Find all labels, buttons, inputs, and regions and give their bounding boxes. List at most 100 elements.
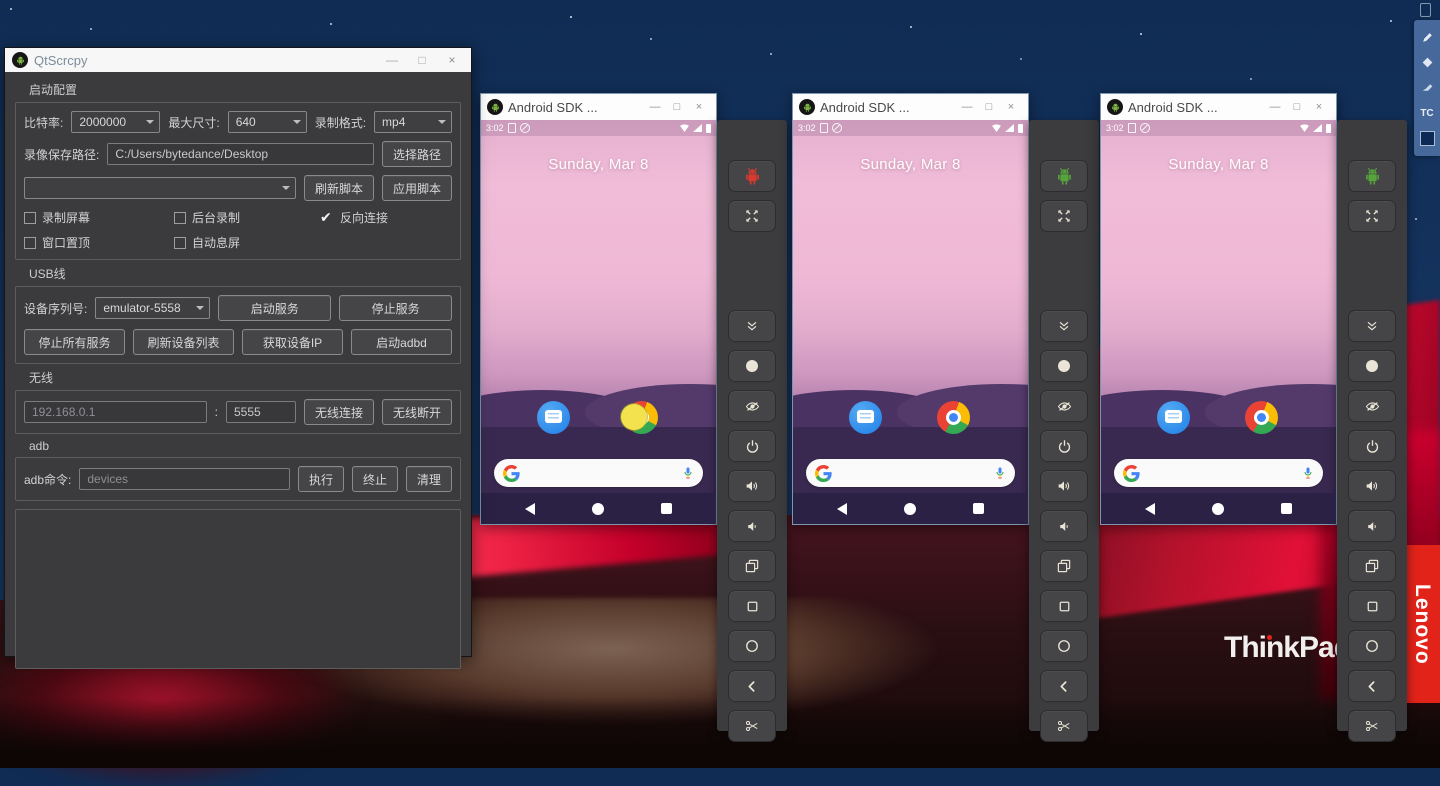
fullscreen-button[interactable] [1348,200,1396,232]
google-search-bar[interactable] [1114,459,1323,487]
screenshot-button[interactable] [728,350,776,382]
checkbox-background-record[interactable]: 后台录制 [174,209,312,226]
home-button[interactable] [1212,503,1224,515]
mic-icon[interactable] [994,465,1006,481]
minimize-button[interactable]: — [644,101,666,113]
window-titlebar[interactable]: Android SDK ... — □ × [481,94,716,120]
android-screen[interactable]: 3:02 Sunday, Mar 8 [481,120,716,524]
back-button[interactable] [1145,503,1155,515]
port-input[interactable]: 5555 [226,401,296,423]
checkbox-reverse-connect[interactable]: 反向连接 [320,209,388,226]
collapse-button[interactable] [1040,310,1088,342]
qtscrcpy-titlebar[interactable]: QtScrcpy — □ × [5,48,471,72]
start-adbd-button[interactable]: 启动adbd [351,329,452,355]
messages-app-icon[interactable] [1157,401,1190,434]
power-button[interactable] [728,430,776,462]
record-path-input[interactable]: C:/Users/bytedance/Desktop [107,143,374,165]
wireless-connect-button[interactable]: 无线连接 [304,399,374,425]
android-robot-button[interactable] [728,160,776,192]
home-button[interactable] [904,503,916,515]
screen-off-button[interactable] [1348,390,1396,422]
screen-clip-button[interactable] [728,710,776,742]
max-size-select[interactable]: 640 [228,111,307,133]
recents-button[interactable] [728,590,776,622]
maximize-button[interactable]: □ [666,101,688,113]
volume-down-button[interactable] [1040,510,1088,542]
checkbox-record-screen[interactable]: 录制屏幕 [24,209,166,226]
recents-button[interactable] [1040,590,1088,622]
screenshot-button[interactable] [1348,350,1396,382]
device-serial-select[interactable]: emulator-5558 [95,297,210,319]
messages-app-icon[interactable] [537,401,570,434]
checkbox-auto-screen-off[interactable]: 自动息屏 [174,234,240,251]
execute-button[interactable]: 执行 [298,466,344,492]
bitrate-select[interactable]: 2000000 [71,111,160,133]
stop-service-button[interactable]: 停止服务 [339,295,452,321]
back-button[interactable] [525,503,535,515]
android-screen[interactable]: 3:02 Sunday, Mar 8 [1101,120,1336,524]
close-button[interactable]: × [437,53,467,67]
home-button[interactable] [592,503,604,515]
minimize-button[interactable]: — [1264,101,1286,113]
close-button[interactable]: × [1000,101,1022,113]
back-button[interactable] [837,503,847,515]
volume-up-button[interactable] [1040,470,1088,502]
home-button[interactable] [1040,630,1088,662]
window-titlebar[interactable]: Android SDK ... — □ × [1101,94,1336,120]
wireless-disconnect-button[interactable]: 无线断开 [382,399,452,425]
eraser-tool-button[interactable] [1418,54,1436,72]
choose-path-button[interactable]: 选择路径 [382,141,452,167]
recents-button[interactable] [1348,590,1396,622]
messages-app-icon[interactable] [849,401,882,434]
checkbox-window-on-top[interactable]: 窗口置顶 [24,234,166,251]
recents-button[interactable] [661,503,672,514]
app-switch-button[interactable] [1348,550,1396,582]
google-search-bar[interactable] [806,459,1015,487]
screenshot-button[interactable] [1040,350,1088,382]
mic-icon[interactable] [682,465,694,481]
google-search-bar[interactable] [494,459,703,487]
mic-icon[interactable] [1302,465,1314,481]
power-button[interactable] [1040,430,1088,462]
app-switch-button[interactable] [728,550,776,582]
window-titlebar[interactable]: Android SDK ... — □ × [793,94,1028,120]
screen-clip-button[interactable] [1040,710,1088,742]
apply-script-button[interactable]: 应用脚本 [382,175,452,201]
stop-all-services-button[interactable]: 停止所有服务 [24,329,125,355]
color-swatch-button[interactable] [1418,129,1436,147]
volume-down-button[interactable] [728,510,776,542]
refresh-device-list-button[interactable]: 刷新设备列表 [133,329,234,355]
volume-up-button[interactable] [728,470,776,502]
app-switch-button[interactable] [1040,550,1088,582]
script-select[interactable] [24,177,296,199]
close-button[interactable]: × [688,101,710,113]
maximize-button[interactable]: □ [407,53,437,67]
minimize-button[interactable]: — [377,53,407,67]
maximize-button[interactable]: □ [1286,101,1308,113]
adb-command-input[interactable]: devices [79,468,290,490]
get-device-ip-button[interactable]: 获取设备IP [242,329,343,355]
highlighter-tool-button[interactable] [1418,79,1436,97]
clear-button[interactable]: 清理 [406,466,452,492]
chrome-app-icon[interactable] [1245,401,1278,434]
back-button[interactable] [1348,670,1396,702]
volume-down-button[interactable] [1348,510,1396,542]
android-robot-button[interactable] [1348,160,1396,192]
minimize-button[interactable]: — [956,101,978,113]
screen-clip-button[interactable] [1348,710,1396,742]
fullscreen-button[interactable] [1040,200,1088,232]
log-output[interactable] [15,509,461,669]
pen-tool-button[interactable] [1418,29,1436,47]
chrome-app-icon[interactable] [937,401,970,434]
recents-button[interactable] [1281,503,1292,514]
collapse-button[interactable] [728,310,776,342]
recents-button[interactable] [973,503,984,514]
text-tool-button[interactable]: TC [1418,104,1436,122]
terminate-button[interactable]: 终止 [352,466,398,492]
screen-off-button[interactable] [728,390,776,422]
screen-off-button[interactable] [1040,390,1088,422]
back-button[interactable] [1040,670,1088,702]
record-format-select[interactable]: mp4 [374,111,452,133]
android-robot-button[interactable] [1040,160,1088,192]
collapse-button[interactable] [1348,310,1396,342]
